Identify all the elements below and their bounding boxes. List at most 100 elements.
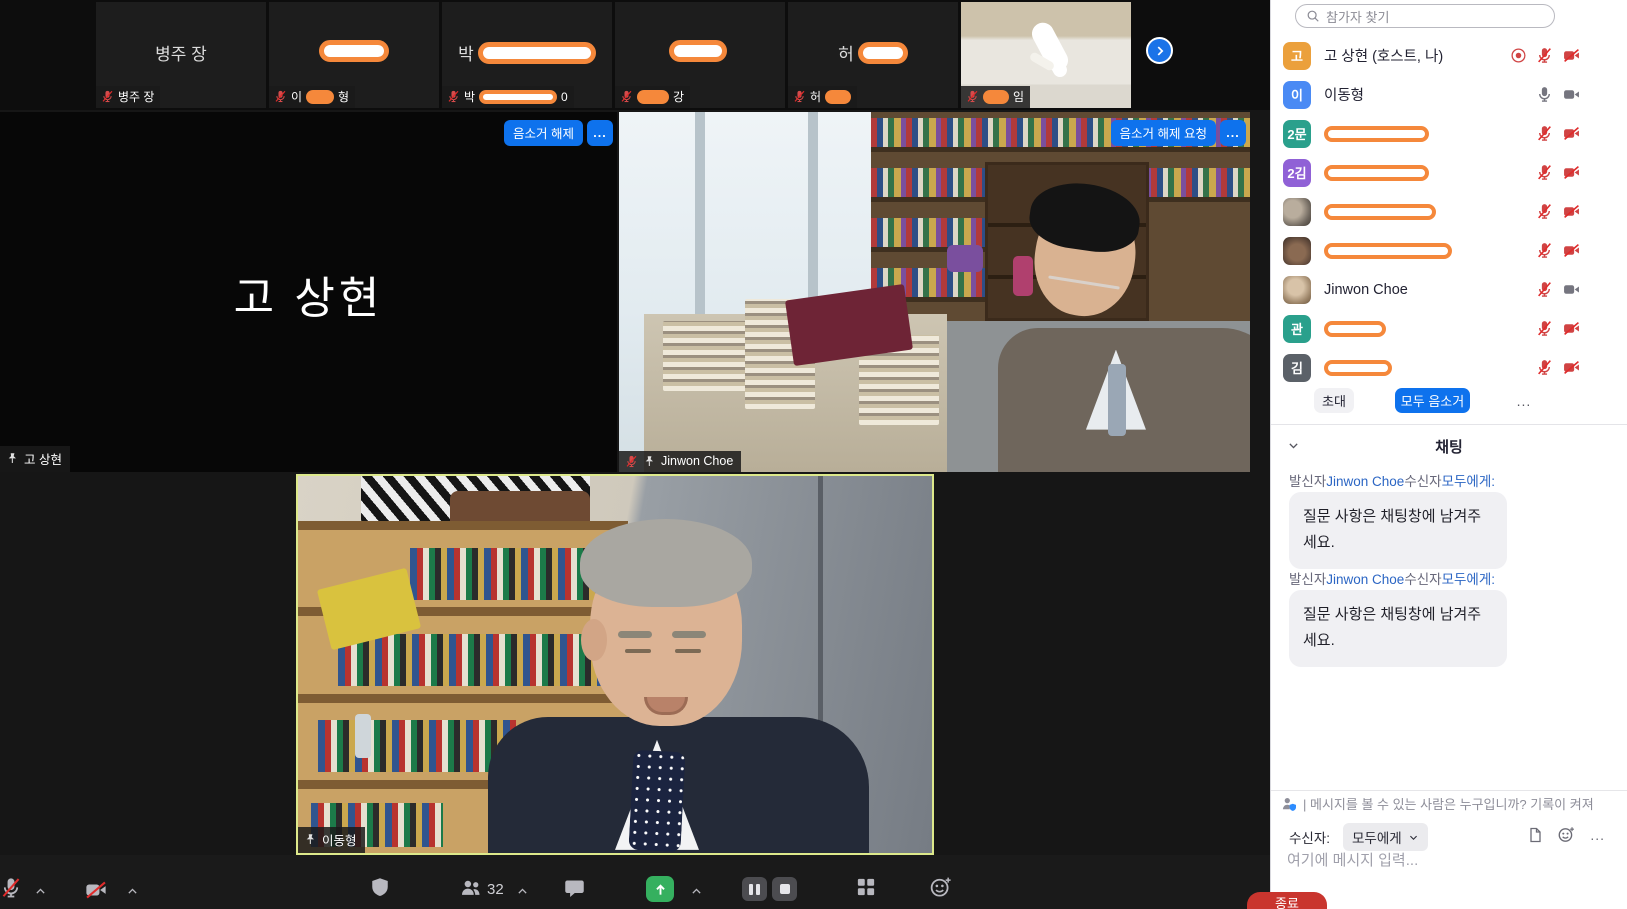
message-meta: 발신자Jinwon Choe수신자모두에게: <box>1289 568 1495 588</box>
stop-icon <box>780 884 790 894</box>
participants-chat-panel: 참가자 찾기 고 고 상현 (호스트, 나) 이 이동형 2문 <box>1270 0 1627 909</box>
books <box>338 634 608 686</box>
tile-more-button[interactable]: ... <box>587 120 613 146</box>
tile-nametag: 강 <box>615 86 690 108</box>
mute-toggle-button[interactable] <box>0 877 22 899</box>
redacted-name <box>1324 243 1452 259</box>
purple-bag <box>947 245 983 272</box>
emoji-icon[interactable] <box>1558 826 1575 843</box>
redacted-name <box>637 90 669 104</box>
participant-name <box>1324 359 1523 375</box>
avatar-photo <box>1283 198 1311 226</box>
participant-row[interactable]: 고 고 상현 (호스트, 나) <box>1283 36 1583 75</box>
apps-grid-icon <box>856 877 876 897</box>
share-options-chevron[interactable] <box>690 883 703 898</box>
participant-row[interactable] <box>1283 192 1583 231</box>
participants-more-button[interactable]: ... <box>1511 388 1537 413</box>
stop-recording-button[interactable] <box>772 877 797 901</box>
participant-row[interactable] <box>1283 231 1583 270</box>
avatar: 2문 <box>1283 120 1311 148</box>
participant-row[interactable]: 김 <box>1283 348 1583 387</box>
pink-chair <box>1013 256 1033 296</box>
shelf-board <box>298 694 628 703</box>
chat-message[interactable]: 질문 사항은 채팅창에 남겨주세요. <box>1289 590 1507 667</box>
participant-row[interactable]: 관 <box>1283 309 1583 348</box>
invite-button[interactable]: 초대 <box>1314 388 1354 413</box>
active-speaker-tile-lee-donghyung[interactable]: 이동형 <box>296 474 934 855</box>
recipient-name[interactable]: 모두에게: <box>1442 572 1495 587</box>
mic-off-icon <box>966 90 979 103</box>
filmstrip-tile[interactable]: 강 <box>615 2 785 108</box>
chat-button[interactable] <box>564 878 585 898</box>
pause-icon <box>756 884 760 895</box>
reactions-button[interactable] <box>930 876 952 898</box>
camera-off-icon <box>1562 164 1581 181</box>
filmstrip-tile[interactable]: 병주 장 병주 장 <box>96 2 266 108</box>
filmstrip-tile[interactable]: 임 <box>961 2 1131 108</box>
mic-off-icon <box>274 90 287 103</box>
chat-more-icon[interactable]: ... <box>1590 827 1605 843</box>
gallery-filmstrip: 병주 장 병주 장 이형 박 박0 강 <box>0 0 1270 110</box>
chat-title: 채팅 <box>1271 436 1627 457</box>
tile-display-name: 고 상현 <box>0 262 617 326</box>
filmstrip-tile[interactable]: 허 허 <box>788 2 958 108</box>
video-tile-jinwon-choe[interactable]: 음소거 해제 요청 ... Jinwon Choe <box>619 112 1250 472</box>
tile-name-label: 박 <box>464 88 475 105</box>
attach-file-icon[interactable] <box>1527 827 1543 843</box>
meeting-toolbar: 32 <box>0 855 1270 909</box>
chat-message[interactable]: 질문 사항은 채팅창에 남겨주세요. <box>1289 492 1507 569</box>
recipient-name[interactable]: 모두에게: <box>1442 474 1495 489</box>
mic-options-chevron[interactable] <box>34 883 47 898</box>
mic-off-icon <box>1536 320 1553 337</box>
participant-row[interactable]: 이 이동형 <box>1283 75 1583 114</box>
video-tile-go-sanghyun[interactable]: 음소거 해제 ... 고 상현 고 상현 <box>0 112 617 472</box>
filmstrip-tile[interactable]: 박 박0 <box>442 2 612 108</box>
share-screen-button[interactable] <box>646 876 674 902</box>
participants-button[interactable] <box>460 878 482 898</box>
pause-recording-button[interactable] <box>742 877 767 901</box>
tile-nametag: 이형 <box>269 86 355 108</box>
recipient-select[interactable]: 모두에게 <box>1343 823 1428 851</box>
leave-meeting-button[interactable]: 종료 <box>1247 892 1327 909</box>
sender-name[interactable]: Jinwon Choe <box>1326 572 1404 587</box>
camera-on-icon <box>1562 86 1581 103</box>
participant-row[interactable]: 2김 <box>1283 153 1583 192</box>
sender-name[interactable]: Jinwon Choe <box>1326 474 1404 489</box>
brown-case <box>450 491 589 525</box>
participants-count: 32 <box>487 881 504 898</box>
video-scene-office <box>619 112 1250 472</box>
unmute-button[interactable]: 음소거 해제 <box>504 120 583 146</box>
security-button[interactable] <box>370 877 390 897</box>
person-eyebrow <box>672 631 706 638</box>
tile-more-button[interactable]: ... <box>1220 120 1246 146</box>
redacted-name <box>319 40 389 62</box>
avatar-photo <box>1283 276 1311 304</box>
tile-display-name: 병주 장 <box>96 40 266 65</box>
person-eye <box>625 649 651 653</box>
chat-message-input[interactable] <box>1287 852 1587 869</box>
participant-name <box>1324 320 1523 336</box>
participant-row[interactable]: 2문 <box>1283 114 1583 153</box>
privacy-text: | 메시지를 볼 수 있는 사람은 누구입니까? 기록이 켜져 <box>1303 794 1594 813</box>
mic-off-icon <box>0 877 22 899</box>
mic-off-icon <box>1536 47 1553 64</box>
participant-row[interactable]: Jinwon Choe <box>1283 270 1583 309</box>
tile-display-name: 박 <box>442 40 612 65</box>
mic-off-icon <box>1536 242 1553 259</box>
redacted-name <box>669 40 727 62</box>
video-toggle-button[interactable] <box>84 879 108 901</box>
request-unmute-button[interactable]: 음소거 해제 요청 <box>1111 120 1216 146</box>
participants-chevron[interactable] <box>516 883 529 898</box>
mute-all-button[interactable]: 모두 음소거 <box>1395 388 1470 413</box>
camera-off-icon <box>1562 359 1581 376</box>
participant-name <box>1324 125 1523 141</box>
redacted-name <box>1324 126 1429 142</box>
video-options-chevron[interactable] <box>126 883 139 898</box>
pin-icon <box>6 452 19 465</box>
apps-button[interactable] <box>856 877 876 897</box>
chat-privacy-notice[interactable]: | 메시지를 볼 수 있는 사람은 누구입니까? 기록이 켜져 <box>1271 790 1627 816</box>
participant-name <box>1324 242 1523 258</box>
participant-search[interactable]: 참가자 찾기 <box>1295 4 1555 28</box>
filmstrip-tile[interactable]: 이형 <box>269 2 439 108</box>
next-page-button[interactable] <box>1146 37 1173 64</box>
